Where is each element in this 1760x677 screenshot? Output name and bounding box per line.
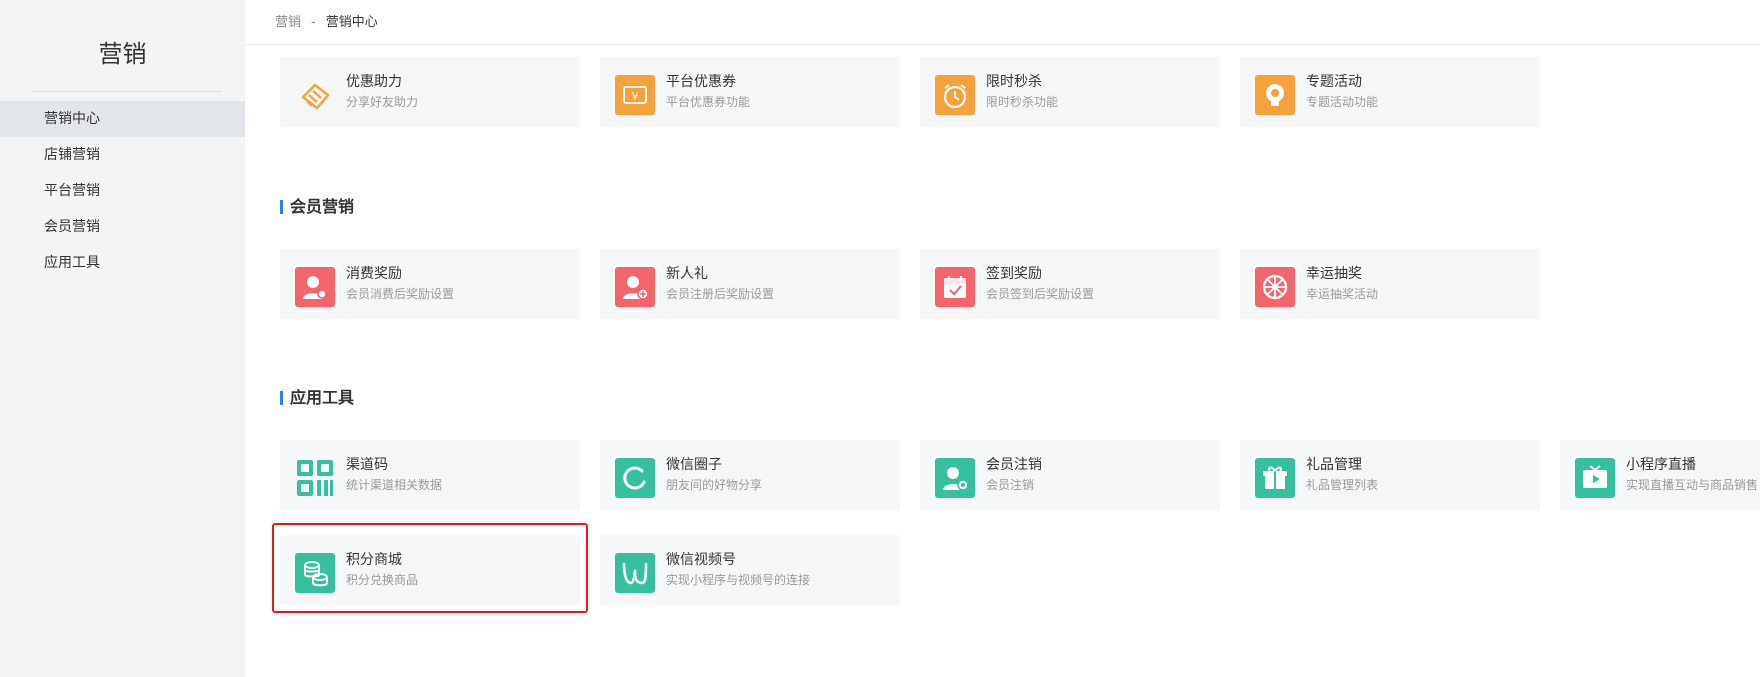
breadcrumb: 营销 - 营销中心 xyxy=(245,0,1760,45)
card-desc: 会员签到后奖励设置 xyxy=(986,287,1095,301)
card-name: 幸运抽奖 xyxy=(1306,266,1362,282)
card-name: 限时秒杀 xyxy=(986,74,1042,90)
card-mini-live[interactable]: 小程序直播 实现直播互动与商品销售 xyxy=(1560,440,1760,510)
user-cancel-icon xyxy=(935,458,975,498)
card-name: 签到奖励 xyxy=(986,266,1042,282)
card-desc: 统计渠道相关数据 xyxy=(346,478,443,492)
sidebar-item-marketing-center[interactable]: 营销中心 xyxy=(0,101,245,137)
selection-highlight xyxy=(272,523,588,613)
card-desc: 会员注册后奖励设置 xyxy=(666,287,775,301)
card-name: 会员注销 xyxy=(986,457,1042,473)
card-help[interactable]: 优惠助力 分享好友助力 xyxy=(280,57,580,127)
card-name: 新人礼 xyxy=(666,266,708,282)
wheel-icon xyxy=(1255,267,1295,307)
alarm-clock-icon xyxy=(935,75,975,115)
card-name: 优惠助力 xyxy=(346,74,402,90)
card-desc: 会员注销 xyxy=(986,478,1035,492)
user-add-icon xyxy=(615,267,655,307)
card-name: 专题活动 xyxy=(1306,74,1362,90)
calendar-check-icon xyxy=(935,267,975,307)
sidebar-item-platform-marketing[interactable]: 平台营销 xyxy=(0,173,245,209)
card-desc: 礼品管理列表 xyxy=(1306,478,1379,492)
card-wechat-circle[interactable]: 微信圈子 朋友间的好物分享 xyxy=(600,440,900,510)
card-desc: 幸运抽奖活动 xyxy=(1306,287,1379,301)
breadcrumb-current: 营销中心 xyxy=(325,15,378,30)
section-title-member: 会员营销 xyxy=(280,197,354,217)
card-member-cancel[interactable]: 会员注销 会员注销 xyxy=(920,440,1220,510)
card-name: 渠道码 xyxy=(346,457,388,473)
section-title-tools: 应用工具 xyxy=(280,388,354,408)
card-consume-reward[interactable]: 消费奖励 会员消费后奖励设置 xyxy=(280,249,580,319)
card-name: 微信圈子 xyxy=(666,457,722,473)
card-desc: 朋友间的好物分享 xyxy=(666,478,763,492)
card-name: 微信视频号 xyxy=(666,552,736,568)
circle-icon xyxy=(615,458,655,498)
svg-text:¥: ¥ xyxy=(632,90,639,103)
sidebar-title: 营销 xyxy=(98,40,147,68)
handshake-icon xyxy=(295,75,335,115)
breadcrumb-separator: - xyxy=(311,15,316,30)
card-gift-manage[interactable]: 礼品管理 礼品管理列表 xyxy=(1240,440,1540,510)
sidebar-item-member-marketing[interactable]: 会员营销 xyxy=(0,209,245,245)
card-name: 礼品管理 xyxy=(1306,457,1362,473)
card-desc: 实现小程序与视频号的连接 xyxy=(666,573,811,587)
sidebar-item-app-tools[interactable]: 应用工具 xyxy=(0,245,245,281)
card-desc: 平台优惠券功能 xyxy=(666,95,751,109)
card-channel-code[interactable]: 渠道码 统计渠道相关数据 xyxy=(280,440,580,510)
card-newbie-gift[interactable]: 新人礼 会员注册后奖励设置 xyxy=(600,249,900,319)
card-flash-sale[interactable]: 限时秒杀 限时秒杀功能 xyxy=(920,57,1220,127)
card-platform-coupon[interactable]: ¥ 平台优惠券 平台优惠券功能 xyxy=(600,57,900,127)
card-name: 小程序直播 xyxy=(1626,457,1696,473)
card-name: 消费奖励 xyxy=(346,266,402,282)
sidebar: 营销 营销中心 店铺营销 平台营销 会员营销 应用工具 xyxy=(0,0,245,677)
card-desc: 限时秒杀功能 xyxy=(986,95,1059,109)
sidebar-item-store-marketing[interactable]: 店铺营销 xyxy=(0,137,245,173)
card-signin-reward[interactable]: 签到奖励 会员签到后奖励设置 xyxy=(920,249,1220,319)
card-name: 平台优惠券 xyxy=(666,74,736,90)
card-wechat-channels[interactable]: 微信视频号 实现小程序与视频号的连接 xyxy=(600,535,900,605)
sidebar-divider xyxy=(32,91,222,92)
gift-icon xyxy=(1255,458,1295,498)
card-desc: 分享好友助力 xyxy=(346,95,419,109)
card-topic-activity[interactable]: 专题活动 专题活动功能 xyxy=(1240,57,1540,127)
user-reward-icon xyxy=(295,267,335,307)
video-channel-icon xyxy=(615,553,655,593)
tv-icon xyxy=(1575,458,1615,498)
breadcrumb-root[interactable]: 营销 xyxy=(275,15,301,30)
card-desc: 专题活动功能 xyxy=(1306,95,1379,109)
coupon-icon: ¥ xyxy=(615,75,655,115)
card-desc: 实现直播互动与商品销售 xyxy=(1626,478,1759,492)
bulb-icon xyxy=(1255,75,1295,115)
card-lucky-draw[interactable]: 幸运抽奖 幸运抽奖活动 xyxy=(1240,249,1540,319)
qrcode-icon xyxy=(295,458,335,498)
card-desc: 会员消费后奖励设置 xyxy=(346,287,455,301)
